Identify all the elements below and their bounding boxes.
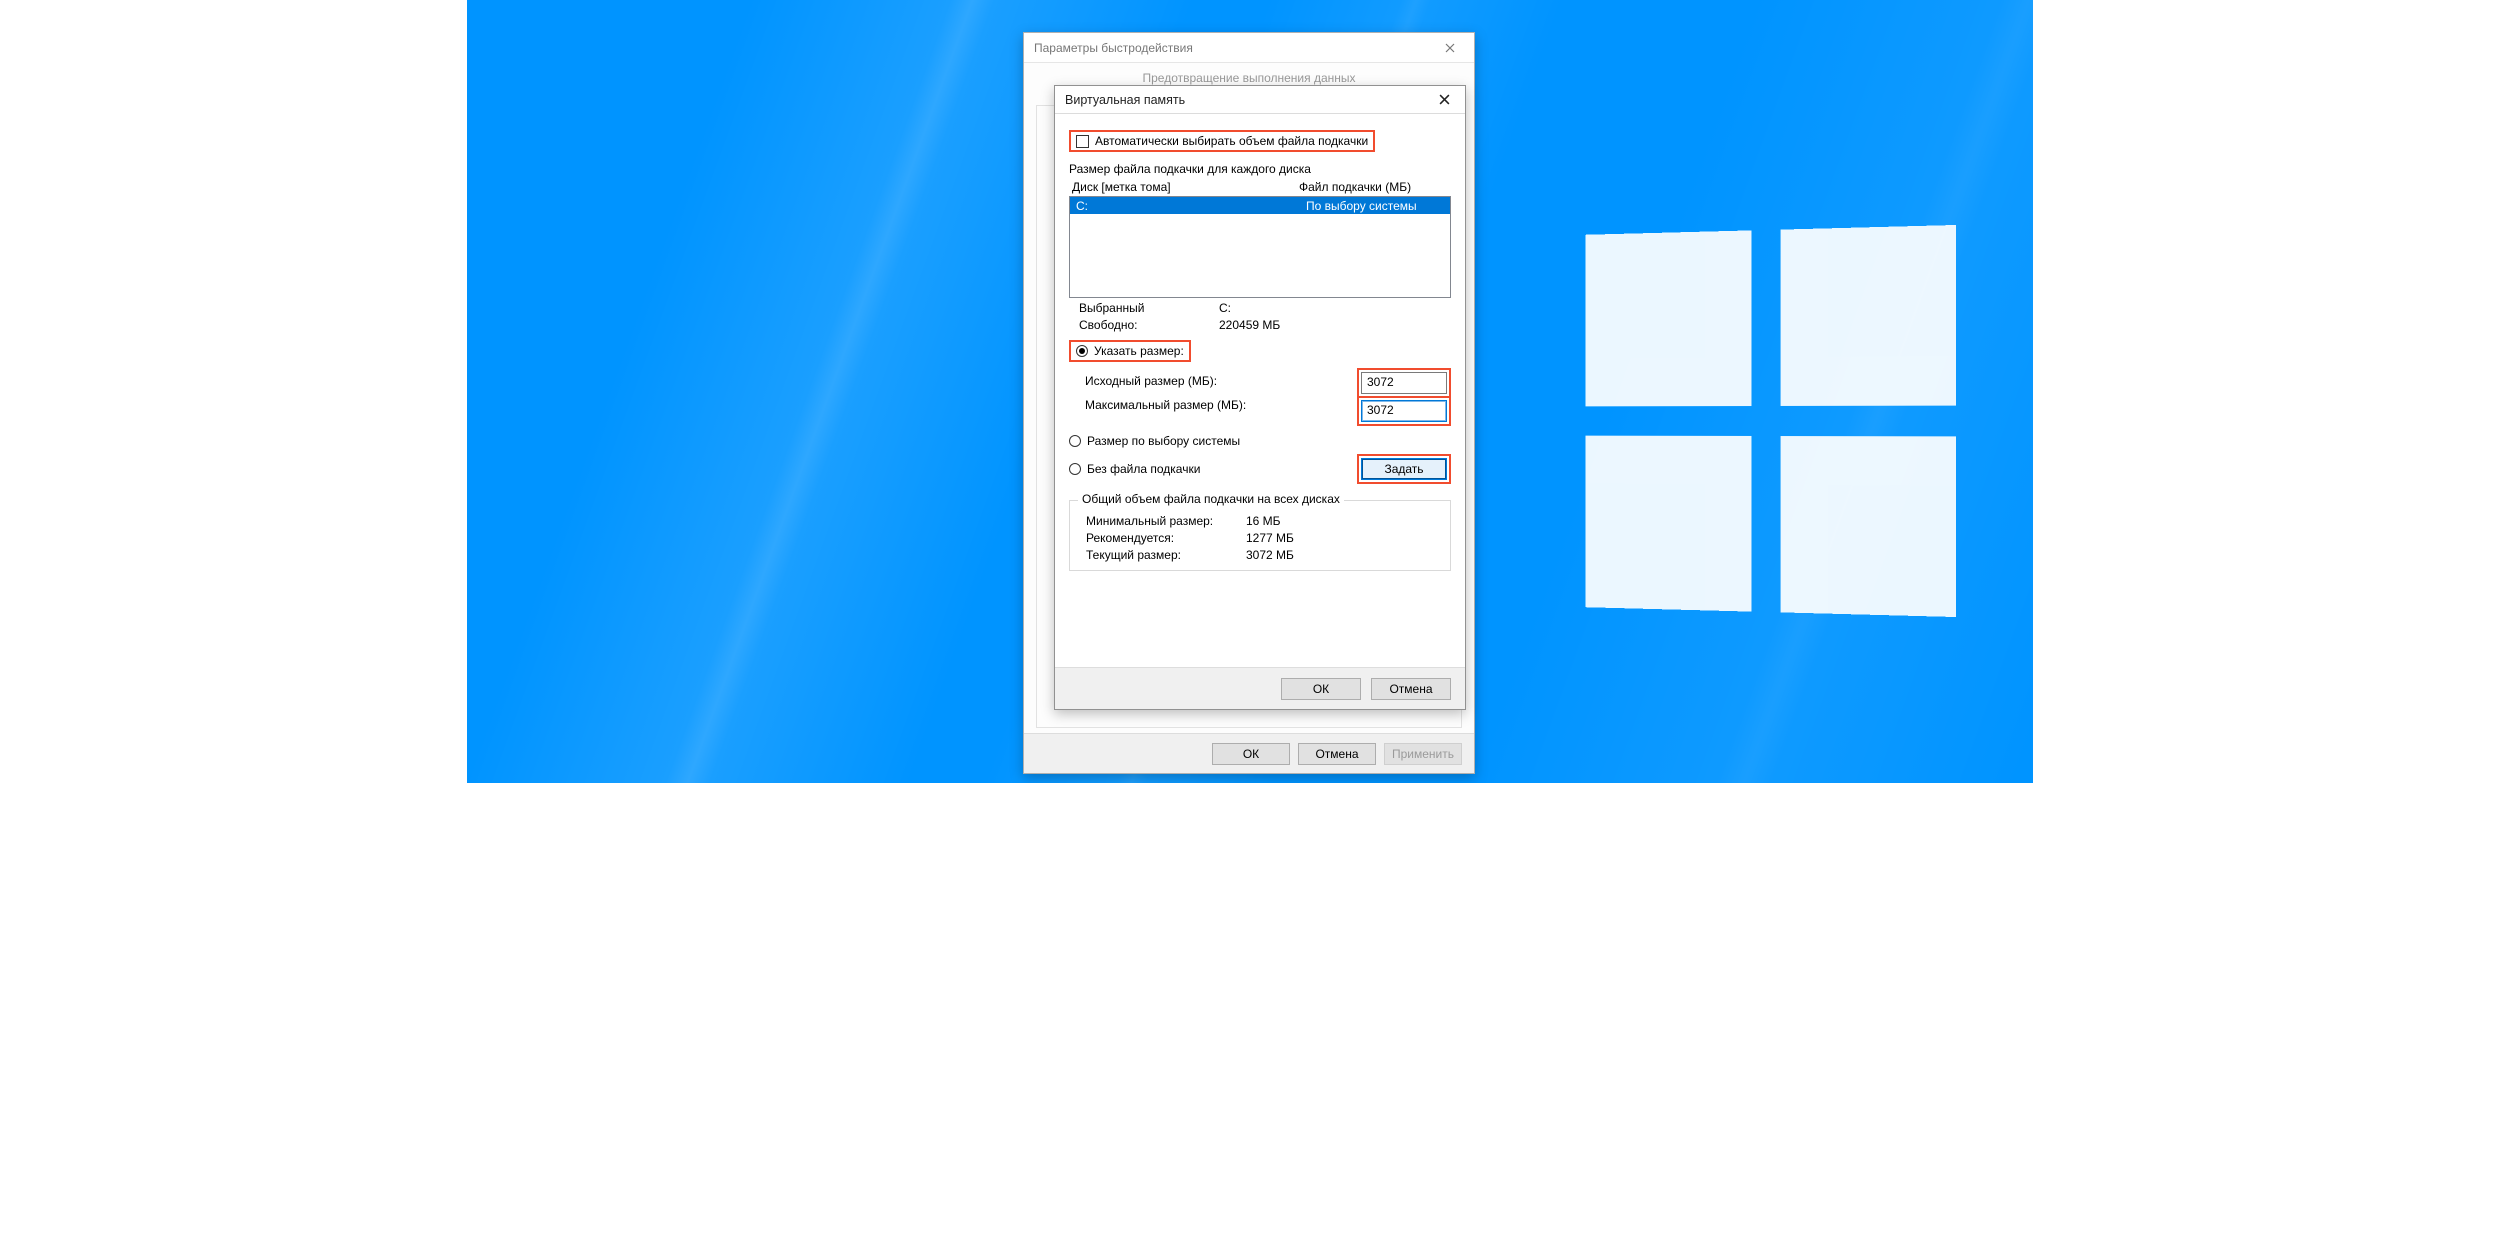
totals-legend: Общий объем файла подкачки на всех диска… — [1078, 492, 1344, 506]
min-size-label: Минимальный размер: — [1086, 514, 1246, 528]
maximum-size-label: Максимальный размер (МБ): — [1085, 398, 1255, 412]
set-button[interactable]: Задать — [1361, 458, 1447, 480]
radio-custom-size[interactable] — [1076, 345, 1088, 357]
parent-apply-button: Применить — [1384, 743, 1462, 765]
vm-title-text: Виртуальная память — [1065, 93, 1185, 107]
close-icon[interactable] — [1434, 36, 1466, 60]
drive-row-selected[interactable]: C: По выбору системы — [1070, 197, 1450, 214]
parent-footer: ОК Отмена Применить — [1024, 733, 1474, 773]
drive-letter: C: — [1076, 199, 1306, 213]
drive-list[interactable]: C: По выбору системы — [1069, 196, 1451, 298]
current-size-label: Текущий размер: — [1086, 548, 1246, 562]
free-space-value: 220459 МБ — [1219, 318, 1280, 332]
vm-titlebar: Виртуальная память — [1055, 86, 1465, 114]
radio-no-paging-file-label: Без файла подкачки — [1087, 462, 1200, 476]
drive-paging-status: По выбору системы — [1306, 199, 1417, 213]
parent-ok-button[interactable]: ОК — [1212, 743, 1290, 765]
vm-ok-button[interactable]: ОК — [1281, 678, 1361, 700]
free-space-label: Свободно: — [1079, 318, 1219, 332]
col-paging-label: Файл подкачки (МБ) — [1299, 180, 1411, 194]
custom-size-highlight: Указать размер: — [1069, 340, 1191, 362]
recommended-value: 1277 МБ — [1246, 531, 1294, 545]
virtual-memory-dialog: Виртуальная память Автоматически выбират… — [1054, 85, 1466, 710]
parent-titlebar: Параметры быстродействия — [1024, 33, 1474, 63]
vm-body: Автоматически выбирать объем файла подка… — [1055, 114, 1465, 581]
maximum-size-input[interactable]: 3072 — [1361, 400, 1447, 422]
initial-size-input[interactable]: 3072 — [1361, 372, 1447, 394]
col-drive-label: Диск [метка тома] — [1069, 180, 1299, 194]
windows-logo — [1585, 225, 1956, 617]
current-size-value: 3072 МБ — [1246, 548, 1294, 562]
parent-tab-label: Предотвращение выполнения данных — [1142, 71, 1355, 85]
radio-system-managed[interactable] — [1069, 435, 1081, 447]
radio-system-managed-label: Размер по выбору системы — [1087, 434, 1240, 448]
min-size-value: 16 МБ — [1246, 514, 1281, 528]
auto-manage-checkbox[interactable] — [1076, 135, 1089, 148]
initial-size-label: Исходный размер (МБ): — [1085, 374, 1255, 388]
auto-manage-label: Автоматически выбирать объем файла подка… — [1095, 134, 1368, 148]
auto-manage-highlight: Автоматически выбирать объем файла подка… — [1069, 130, 1375, 152]
radio-custom-size-label: Указать размер: — [1094, 344, 1184, 358]
parent-tab[interactable]: Предотвращение выполнения данных — [1024, 63, 1474, 85]
drive-list-headers: Диск [метка тома] Файл подкачки (МБ) — [1069, 180, 1451, 194]
vm-footer: ОК Отмена — [1055, 667, 1465, 709]
totals-group: Общий объем файла подкачки на всех диска… — [1069, 500, 1451, 571]
size-inputs-area: Исходный размер (МБ): Максимальный разме… — [1069, 368, 1451, 426]
parent-cancel-button[interactable]: Отмена — [1298, 743, 1376, 765]
selected-drive-value: C: — [1219, 301, 1231, 315]
vm-cancel-button[interactable]: Отмена — [1371, 678, 1451, 700]
set-button-highlight: Задать — [1357, 454, 1451, 484]
size-inputs-highlight: 3072 3072 — [1357, 368, 1451, 426]
close-icon[interactable] — [1429, 89, 1459, 111]
selected-drive-label: Выбранный — [1079, 301, 1219, 315]
page-root: Параметры быстродействия Предотвращение … — [467, 0, 2033, 783]
radio-no-paging-file[interactable] — [1069, 463, 1081, 475]
per-drive-section-label: Размер файла подкачки для каждого диска — [1069, 162, 1451, 176]
recommended-label: Рекомендуется: — [1086, 531, 1246, 545]
parent-title-text: Параметры быстродействия — [1034, 41, 1193, 55]
